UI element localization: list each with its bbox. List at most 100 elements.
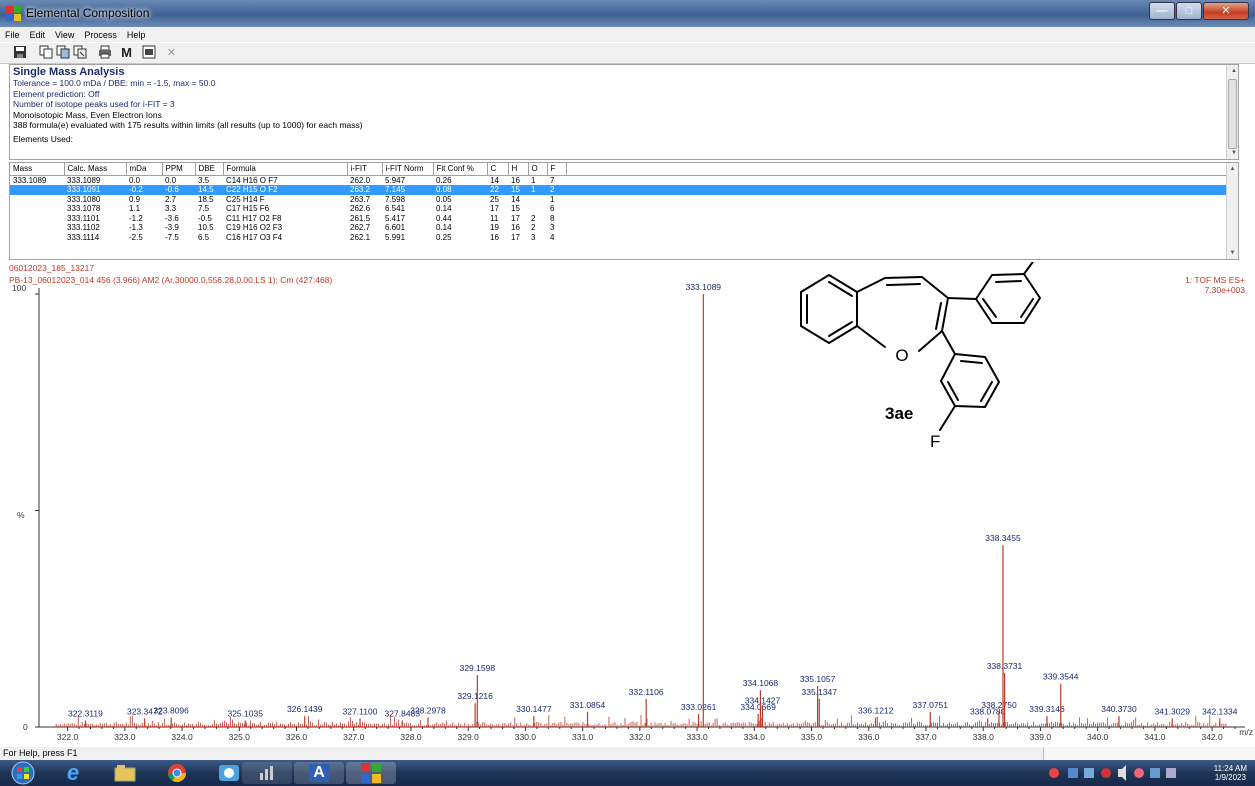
peak-label: 331.0854 [570,700,606,710]
peak-label: 329.1216 [457,691,493,701]
table-row[interactable]: 333.1114 -2.5 -7.5 6.5 C16 H17 O3 F4 262.1 5.9… [10,233,1228,243]
scroll-down-icon[interactable]: ▼ [1227,147,1238,159]
word-a-icon[interactable]: A [294,762,344,784]
sound-icon[interactable] [242,762,292,784]
column-header[interactable]: Calc. Mass [64,163,127,176]
column-header[interactable]: Fit Conf % [433,163,488,176]
fluorine-atom-label: F [930,432,940,451]
close-button[interactable]: ✕ [1203,2,1249,20]
app-icon [6,6,21,21]
menu-view[interactable]: View [50,30,79,40]
status-text: For Help, press F1 [3,748,78,758]
clock[interactable]: 11:24 AM 1/9/2023 [1214,764,1247,782]
results-table-body: 333.1089 333.1089 0.0 0.0 3.5 C14 H16 O F7 262… [10,175,1228,242]
copy-picture-icon[interactable] [54,45,71,61]
toolbar: M ✕ [0,43,1255,64]
y-label-max: 100 [12,283,26,293]
table-cell: 10.5 [198,223,214,232]
explorer-icon[interactable] [100,762,150,784]
table-cell: 0.0 [165,175,177,185]
masslynx-icon[interactable] [346,762,396,784]
scroll-up-icon[interactable]: ▲ [1227,65,1238,77]
x-tick-label: 333.0 [686,732,708,740]
scroll-thumb[interactable] [1228,79,1237,149]
table-cell: 17 [511,232,520,242]
column-header[interactable]: Formula [223,163,348,176]
start-orb-icon[interactable] [6,761,40,785]
table-cell: 5.991 [385,232,406,242]
save-icon[interactable] [11,45,28,61]
summary-scrollbar[interactable]: ▲ ▼ [1226,65,1238,159]
list-view-icon[interactable] [140,45,157,61]
spectrum-pane[interactable]: 06012023_185_13217 PB-13_06012023_014 45… [9,244,1255,742]
column-header[interactable]: Mass [10,163,65,176]
table-cell: -2.5 [129,232,143,242]
column-header[interactable]: mDa [126,163,163,176]
clock-time: 11:24 AM [1213,764,1247,773]
table-row[interactable]: 333.1101 -1.2 -3.6 -0.5 C11 H17 O2 F8 261.5 5.… [10,214,1228,224]
title-bar[interactable]: Elemental Composition — □ ✕ [0,0,1255,27]
column-header[interactable]: DBE [195,163,224,176]
mass-m-icon[interactable]: M [118,45,135,61]
table-scrollbar[interactable]: ▲ ▼ [1226,163,1238,259]
peak-label: 326.1439 [287,704,323,714]
peak-label: 327.1100 [343,706,378,716]
table-cell: 7.5 [198,204,210,213]
maximize-button[interactable]: □ [1176,2,1202,20]
table-row[interactable]: 333.1091 -0.2 -0.6 14.5 C22 H15 O F2 263.2 7.1… [10,185,1228,195]
table-row[interactable]: 333.1080 0.9 2.7 18.5 C25 H14 F 263.7 7.598 0.0… [10,195,1228,205]
peak-label: 333.0261 [681,702,717,712]
table-cell: 263.2 [347,185,382,195]
summary-line: Monoisotopic Mass, Even Electron Ions [13,109,162,120]
tray-icons[interactable] [1046,760,1186,786]
taskbar: e A 11:24 AM 1/9/2023 [0,760,1255,786]
table-cell: 0.05 [436,194,452,204]
table-cell: 6 [550,204,555,213]
table-row[interactable]: 333.1078 1.1 3.3 7.5 C17 H15 F6 262.6 6.541 0.1… [10,204,1228,214]
table-cell: 262.6 [350,204,371,213]
menu-file[interactable]: File [0,30,25,40]
table-cell: 333.1080 [67,194,101,204]
menu-edit[interactable]: Edit [25,30,51,40]
peak-label: 322.3119 [68,709,103,719]
scroll-down-icon[interactable]: ▼ [1227,247,1238,259]
table-row[interactable]: 333.1102 -1.3 -3.9 10.5 C19 H16 O2 F3 262.7 6.… [10,223,1228,233]
table-cell [10,214,64,224]
column-header[interactable]: C [487,163,509,176]
copy-icon[interactable] [37,45,54,61]
menu-process[interactable]: Process [79,30,122,40]
peak-label: 334.1068 [743,678,779,688]
table-cell: -0.6 [162,185,195,195]
chrome-icon[interactable] [152,762,202,784]
table-cell [528,204,547,214]
minimize-button[interactable]: — [1149,2,1175,20]
column-header[interactable]: O [528,163,548,176]
y-label-zero: 0 [23,722,28,732]
table-cell: 8 [550,213,555,223]
table-cell: 1 [528,185,547,195]
x-tick-label: 329.0 [458,732,480,740]
table-cell: C14 H16 O F7 [226,175,278,185]
table-cell: 5.947 [385,175,406,185]
column-header[interactable]: F [547,163,567,176]
print-icon[interactable] [96,45,113,61]
peak-label: 340.3730 [1101,704,1137,714]
x-tick-label: 327.0 [343,732,365,740]
copy-metafile-icon[interactable] [71,45,88,61]
column-header[interactable]: H [508,163,529,176]
spectrum-header-1: 06012023_185_13217 [9,263,94,273]
table-cell: 2 [547,185,566,195]
table-row[interactable]: 333.1089 333.1089 0.0 0.0 3.5 C14 H16 O F7 262… [10,175,1228,185]
table-cell: 7 [550,175,555,185]
peak-label: 329.1598 [460,663,496,673]
menu-help[interactable]: Help [122,30,151,40]
column-header[interactable]: PPM [162,163,196,176]
scroll-up-icon[interactable]: ▲ [1227,163,1238,175]
table-cell: 1.1 [129,204,141,213]
column-header[interactable]: i-FIT [347,163,383,176]
column-header[interactable]: i-FIT Norm [382,163,434,176]
ie-icon[interactable]: e [48,760,98,785]
table-cell-filler [566,214,1228,224]
close-doc-icon[interactable]: ✕ [163,45,180,61]
table-cell: 17 [490,204,499,213]
